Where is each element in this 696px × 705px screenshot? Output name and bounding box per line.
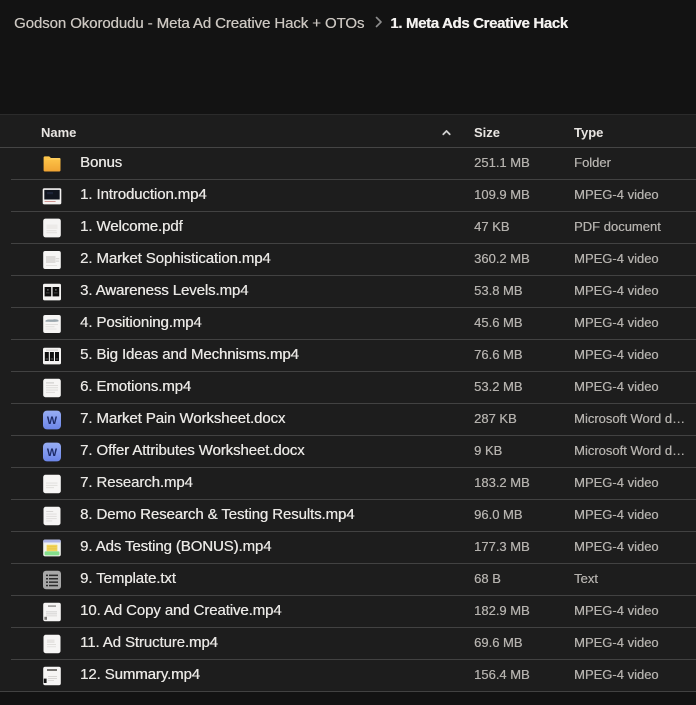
svg-text:W: W (47, 447, 58, 459)
svg-text:W: W (47, 415, 58, 427)
